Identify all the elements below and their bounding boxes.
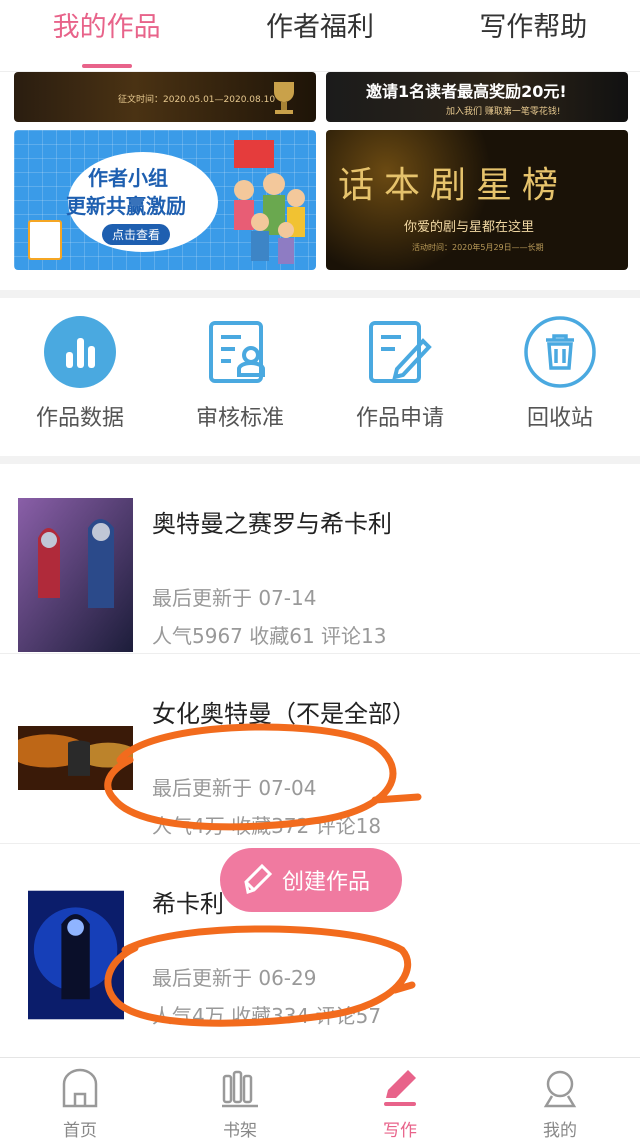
work-cover-image: [28, 890, 124, 1020]
work-updated: 最后更新于 07-14: [152, 586, 317, 610]
work-stats: 人气5967 收藏61 评论13: [152, 624, 387, 648]
nav-bookshelf[interactable]: 书架: [160, 1058, 320, 1147]
banner-view-button[interactable]: 点击查看: [102, 224, 171, 245]
tool-work-data[interactable]: 作品数据: [0, 298, 160, 456]
profile-icon: [480, 1064, 640, 1112]
banner-line1: 作者小组: [88, 166, 168, 190]
list-item[interactable]: 女化奥特曼（不是全部） 最后更新于 07-04 人气4万 收藏372 评论18: [0, 654, 640, 844]
work-title: 女化奥特曼（不是全部）: [152, 700, 416, 728]
work-title: 希卡利: [152, 890, 224, 918]
bottom-nav: 首页 书架 写作 我的: [0, 1057, 640, 1147]
tab-my-works[interactable]: 我的作品: [0, 0, 213, 71]
banner-invite[interactable]: 邀请1名读者最高奖励20元! 加入我们 赚取第一笔零花钱!: [326, 72, 628, 122]
nav-label: 首页: [63, 1121, 97, 1141]
nav-label: 写作: [383, 1121, 417, 1141]
tool-label: 作品数据: [35, 406, 124, 431]
chart-icon: [44, 316, 116, 388]
section-divider: [0, 456, 640, 464]
banner-subtitle: 你爱的剧与星都在这里: [404, 220, 535, 235]
create-work-label: 创建作品: [282, 870, 371, 895]
banner-headline: 邀请1名读者最高奖励20元!: [366, 82, 567, 101]
banner-contest[interactable]: 征文时间：2020.05.01—2020.08.10: [14, 72, 316, 122]
section-divider: [0, 290, 640, 298]
work-stats: 人气4万 收藏334 评论57: [152, 1004, 382, 1028]
work-stats: 人气4万 收藏372 评论18: [152, 814, 382, 838]
work-title: 奥特曼之赛罗与希卡利: [152, 510, 392, 538]
tab-label: 写作帮助: [479, 12, 588, 43]
clipboard-icon: [28, 220, 62, 260]
work-updated: 最后更新于 07-04: [152, 776, 317, 800]
tool-shortcuts: 作品数据 审核标准 作品申请 回收站: [0, 298, 640, 456]
trash-icon: [524, 316, 596, 388]
pencil-icon: [244, 863, 272, 894]
tool-review-standard[interactable]: 审核标准: [160, 298, 320, 456]
create-work-button[interactable]: 创建作品: [220, 848, 402, 912]
banner-author-group[interactable]: 作者小组 更新共赢激励 点击查看: [14, 130, 316, 270]
trophy-icon: [274, 82, 294, 114]
tab-label: 我的作品: [52, 12, 161, 43]
works-list: 奥特曼之赛罗与希卡利 最后更新于 07-14 人气5967 收藏61 评论13 …: [0, 464, 640, 1034]
app-screen: 我的作品 作者福利 写作帮助 征文时间：2020.05.01—2020.08.1…: [0, 0, 640, 1147]
nav-label: 我的: [543, 1121, 577, 1141]
work-cover-image: [18, 726, 133, 790]
nav-home[interactable]: 首页: [0, 1058, 160, 1147]
home-icon: [0, 1064, 160, 1112]
tool-label: 回收站: [526, 406, 593, 431]
banner-small-text: 加入我们 赚取第一笔零花钱!: [446, 107, 561, 117]
bookshelf-icon: [160, 1064, 320, 1112]
tool-recycle-bin[interactable]: 回收站: [480, 298, 640, 456]
tab-writing-help[interactable]: 写作帮助: [427, 0, 640, 71]
banner-date-text: 征文时间：2020.05.01—2020.08.10: [118, 95, 276, 105]
list-item[interactable]: 奥特曼之赛罗与希卡利 最后更新于 07-14 人气5967 收藏61 评论13: [0, 464, 640, 654]
edit-document-icon: [364, 316, 436, 388]
nav-profile[interactable]: 我的: [480, 1058, 640, 1147]
banner-grid: 征文时间：2020.05.01—2020.08.10 邀请1名读者最高奖励20元…: [0, 72, 640, 290]
banner-drama-stars[interactable]: 话本剧星榜 你爱的剧与星都在这里 活动时间：2020年5月29日——长期: [326, 130, 628, 270]
write-icon: [320, 1064, 480, 1112]
top-tabs: 我的作品 作者福利 写作帮助: [0, 0, 640, 72]
flag-icon: [234, 140, 274, 168]
banner-small-text: 活动时间：2020年5月29日——长期: [412, 243, 544, 252]
work-updated: 最后更新于 06-29: [152, 966, 317, 990]
work-cover-image: [18, 498, 133, 652]
active-tab-indicator: [81, 64, 132, 68]
people-illustration: [234, 173, 305, 264]
tool-work-apply[interactable]: 作品申请: [320, 298, 480, 456]
nav-label: 书架: [223, 1121, 257, 1141]
tab-label: 作者福利: [265, 12, 374, 43]
banner-title: 话本剧星榜: [338, 165, 569, 206]
tool-label: 审核标准: [195, 406, 284, 431]
tool-label: 作品申请: [355, 406, 444, 431]
nav-write[interactable]: 写作: [320, 1058, 480, 1147]
review-standard-icon: [204, 316, 276, 388]
banner-line2: 更新共赢激励: [66, 194, 186, 218]
tab-author-benefits[interactable]: 作者福利: [213, 0, 426, 71]
